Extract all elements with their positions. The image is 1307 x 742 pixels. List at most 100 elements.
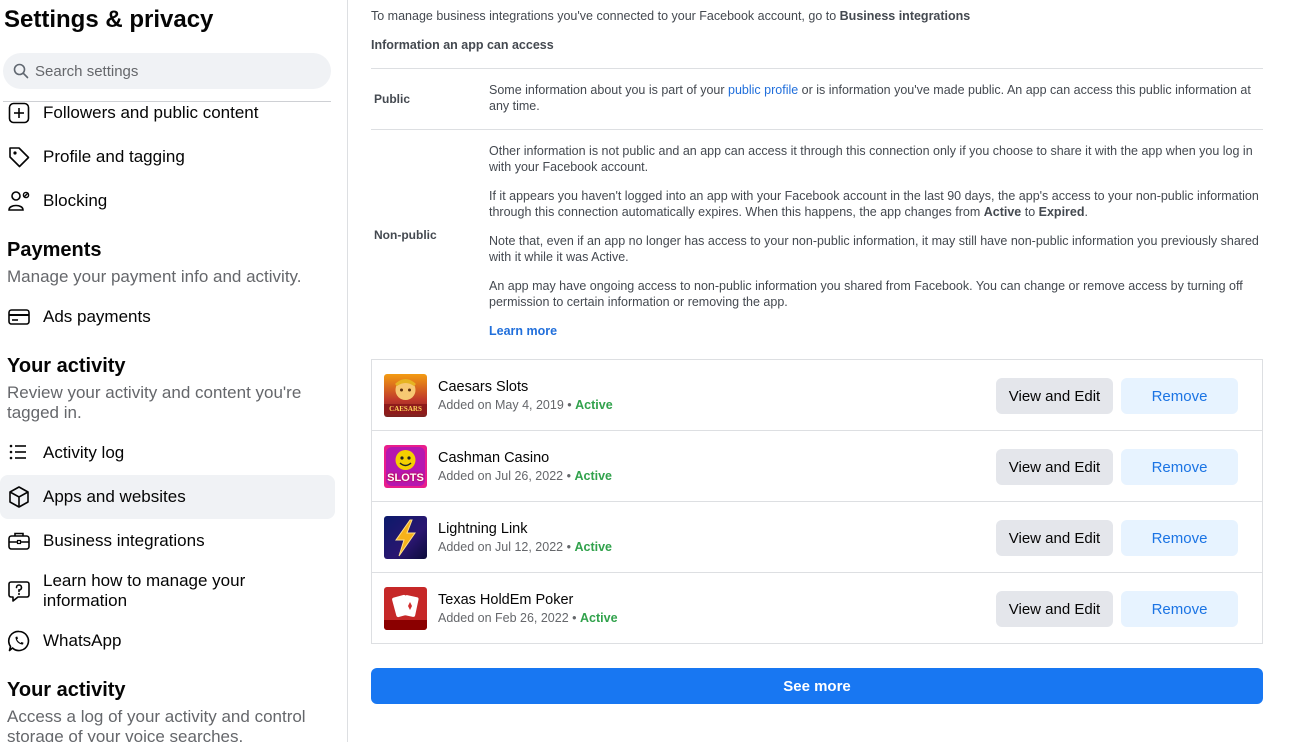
app-meta: Added on Jul 12, 2022 • Active (438, 540, 612, 554)
info-heading: Information an app can access (371, 38, 554, 52)
texas-holdem-logo (384, 587, 427, 630)
remove-button[interactable]: Remove (1121, 591, 1238, 627)
app-info: Cashman Casino Added on Jul 26, 2022 • A… (438, 450, 612, 483)
intro-prefix: To manage business integrations you've c… (371, 9, 840, 23)
plus-square-icon (6, 100, 32, 126)
tag-icon (6, 144, 32, 170)
activity2-description: Access a log of your activity and contro… (7, 707, 306, 742)
app-info: Caesars Slots Added on May 4, 2019 • Act… (438, 379, 613, 412)
app-name: Cashman Casino (438, 449, 550, 466)
sidebar-item-learn-manage-info[interactable]: Learn how to manage your information (0, 569, 335, 613)
cashman-casino-logo: SLOTS (384, 444, 427, 488)
view-edit-button[interactable]: View and Edit (996, 378, 1113, 414)
app-row: Lightning Link Added on Jul 12, 2022 • A… (372, 502, 1262, 573)
search-box[interactable] (3, 53, 331, 89)
app-added: Added on Feb 26, 2022 (438, 611, 569, 625)
app-meta: Added on Jul 26, 2022 • Active (438, 469, 612, 483)
remove-button[interactable]: Remove (1121, 520, 1238, 556)
payments-description: Manage your payment info and activity. (7, 267, 302, 286)
nonpublic-text: Other information is not public and an a… (489, 130, 1263, 340)
separator-dot: • (566, 468, 571, 483)
public-label: Public (374, 92, 411, 106)
p2-end: . (1084, 205, 1088, 219)
public-text-prefix: Some information about you is part of yo… (489, 83, 729, 97)
sidebar-item-ads-payments[interactable]: Ads payments (0, 295, 335, 339)
apps-list: CAESARS Caesars Slots Added on May 4, 20… (371, 359, 1263, 644)
sidebar-item-label: Profile and tagging (43, 147, 185, 166)
p2-prefix: If it appears you haven't logged into an… (489, 189, 1259, 219)
sidebar-item-label: Followers and public content (43, 103, 259, 122)
briefcase-icon (6, 528, 32, 554)
nonpublic-row: Non-public Other information is not publ… (371, 130, 1263, 340)
sidebar-item-label: Blocking (43, 191, 108, 210)
caesars-slots-logo: CAESARS (384, 373, 427, 417)
status-badge: Active (580, 611, 618, 625)
sidebar-item-label: WhatsApp (43, 631, 122, 650)
separator-dot: • (572, 611, 577, 625)
nonpublic-paragraph: Other information is not public and an a… (489, 144, 1253, 174)
sidebar-item-followers[interactable]: Followers and public content (0, 91, 335, 135)
public-text: Some information about you is part of yo… (489, 69, 1263, 129)
status-badge: Active (574, 468, 612, 483)
sidebar-item-activity-log[interactable]: Activity log (0, 431, 335, 475)
view-edit-button[interactable]: View and Edit (996, 520, 1113, 556)
question-chat-icon (6, 578, 32, 604)
see-more-button[interactable]: See more (371, 668, 1263, 704)
public-row: Public Some information about you is par… (371, 69, 1263, 130)
app-row: SLOTS Cashman Casino Added on Jul 26, 20… (372, 431, 1262, 502)
nonpublic-paragraph: If it appears you haven't logged into an… (489, 188, 1263, 220)
view-edit-button[interactable]: View and Edit (996, 591, 1113, 627)
separator-dot: • (567, 397, 572, 412)
view-edit-button[interactable]: View and Edit (996, 449, 1113, 485)
sidebar-item-label: Activity log (43, 443, 125, 462)
app-added: Added on Jul 26, 2022 (438, 468, 564, 483)
nonpublic-label: Non-public (374, 228, 437, 242)
sidebar-item-label: Business integrations (43, 531, 205, 550)
block-user-icon (6, 188, 32, 214)
card-icon (6, 304, 32, 330)
learn-more-link[interactable]: Learn more (489, 324, 557, 338)
activity-description: Review your activity and content you're … (7, 383, 302, 422)
sidebar-item-whatsapp[interactable]: WhatsApp (0, 619, 335, 663)
p2-active: Active (983, 205, 1022, 219)
app-added: Added on May 4, 2019 (438, 397, 564, 412)
business-integrations-link[interactable]: Business integrations (840, 9, 971, 23)
sidebar-item-label: Ads payments (43, 307, 151, 326)
sidebar-item-business-integrations[interactable]: Business integrations (0, 519, 335, 563)
separator-dot: • (566, 539, 571, 554)
p2-to: to (1021, 205, 1039, 219)
cube-icon (6, 484, 32, 510)
sidebar-item-blocking[interactable]: Blocking (0, 179, 335, 223)
apps-websites-panel: To manage business integrations you've c… (349, 0, 1307, 742)
app-name: Caesars Slots (438, 378, 529, 395)
lightning-link-logo (384, 515, 427, 559)
activity2-heading: Your activity (7, 679, 126, 701)
sidebar-item-profile-tagging[interactable]: Profile and tagging (0, 135, 335, 179)
app-meta: Added on Feb 26, 2022 • Active (438, 611, 618, 625)
app-row: Texas HoldEm Poker Added on Feb 26, 2022… (372, 573, 1262, 644)
sidebar-item-label: Learn how to manage your information (43, 571, 246, 610)
public-profile-link[interactable]: public profile (728, 83, 798, 97)
status-badge: Active (574, 539, 612, 554)
settings-sidebar: Settings & privacy Followers and public … (0, 0, 348, 742)
search-input[interactable] (35, 62, 315, 80)
sidebar-item-apps-websites[interactable]: Apps and websites (0, 475, 335, 519)
remove-button[interactable]: Remove (1121, 449, 1238, 485)
search-icon (13, 63, 29, 79)
logo-text: SLOTS (387, 471, 424, 484)
app-info: Lightning Link Added on Jul 12, 2022 • A… (438, 521, 612, 554)
app-row: CAESARS Caesars Slots Added on May 4, 20… (372, 360, 1262, 431)
logo-text: CAESARS (389, 404, 422, 413)
app-info: Texas HoldEm Poker Added on Feb 26, 2022… (438, 592, 618, 625)
app-added: Added on Jul 12, 2022 (438, 539, 564, 554)
sidebar-item-label: Apps and websites (43, 487, 186, 506)
status-badge: Active (575, 397, 613, 412)
sidebar-title: Settings & privacy (4, 6, 214, 33)
remove-button[interactable]: Remove (1121, 378, 1238, 414)
nonpublic-paragraph: An app may have ongoing access to non-pu… (489, 279, 1243, 309)
p2-expired: Expired (1038, 205, 1085, 219)
activity-heading: Your activity (7, 355, 126, 377)
payments-heading: Payments (7, 239, 102, 261)
app-name: Lightning Link (438, 520, 528, 537)
app-name: Texas HoldEm Poker (438, 592, 574, 608)
